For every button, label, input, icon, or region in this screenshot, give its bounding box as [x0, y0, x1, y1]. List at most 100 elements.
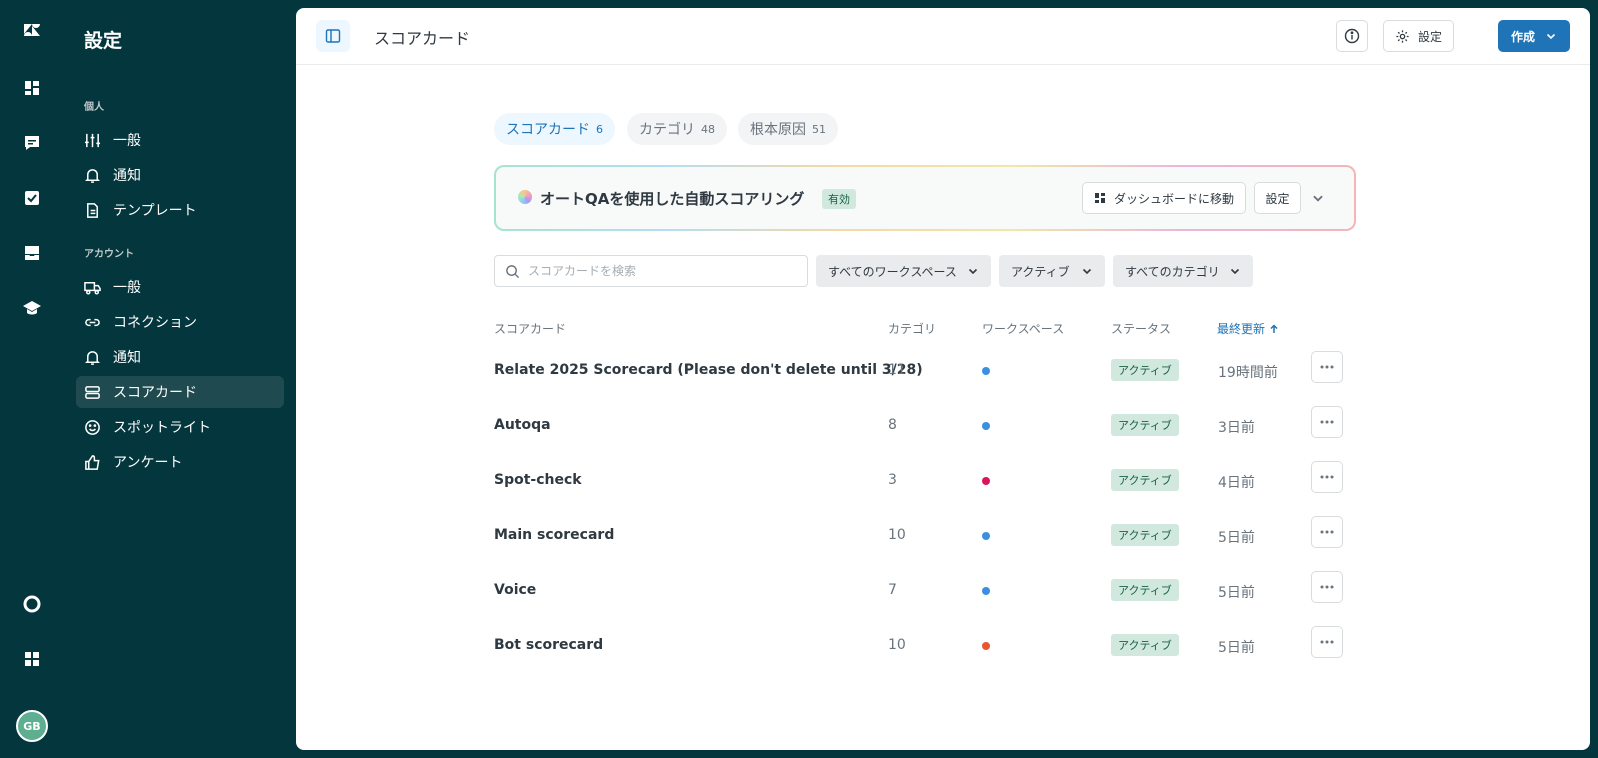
nav-item-scorecards[interactable]: スコアカード: [76, 376, 284, 408]
ellipsis-icon: [1320, 640, 1334, 644]
search-icon: [506, 264, 520, 278]
scorecard-name[interactable]: Spot-check: [494, 472, 582, 488]
search-input[interactable]: [528, 264, 788, 278]
sliders-icon: [84, 133, 101, 147]
more-options-button[interactable]: [1311, 571, 1343, 603]
scorecard-name[interactable]: Voice: [494, 582, 536, 598]
scorecard-name[interactable]: Autoqa: [494, 417, 551, 433]
status-filter[interactable]: アクティブ: [999, 255, 1105, 287]
scorecard-name[interactable]: Bot scorecard: [494, 637, 603, 653]
sidebar-panel-icon: [325, 29, 341, 43]
nav-item-account-notifications[interactable]: 通知: [76, 341, 284, 373]
nav-item-surveys[interactable]: アンケート: [76, 446, 284, 478]
category-count: 10: [888, 527, 906, 543]
scorecard-icon: [85, 385, 100, 399]
help-lifebuoy-icon[interactable]: [16, 588, 48, 620]
more-options-button[interactable]: [1311, 406, 1343, 438]
category-count: 7: [888, 582, 897, 598]
info-icon: [1344, 28, 1360, 44]
nav-item-label: スポットライト: [113, 420, 211, 436]
more-options-button[interactable]: [1311, 461, 1343, 493]
column-header-scorecard[interactable]: スコアカード: [494, 320, 566, 337]
status-badge: アクティブ: [1111, 359, 1179, 381]
column-header-updated-label: 最終更新: [1217, 322, 1266, 336]
category-count: 3: [888, 472, 897, 488]
table-row[interactable]: Bot scorecard 10 アクティブ 5日前: [494, 617, 1356, 672]
autoqa-settings-label: 設定: [1265, 191, 1290, 206]
checkbox-icon[interactable]: [16, 182, 48, 214]
nav-item-templates[interactable]: テンプレート: [76, 194, 284, 226]
column-header-workspace[interactable]: ワークスペース: [982, 320, 1064, 337]
sidebar-toggle-button[interactable]: [316, 20, 350, 52]
ellipsis-icon: [1320, 475, 1334, 479]
tab-scorecards[interactable]: スコアカード 6: [494, 113, 615, 145]
page-title: スコアカード: [374, 29, 471, 48]
table-row[interactable]: Relate 2025 Scorecard (Please don't dele…: [494, 342, 1356, 397]
column-header-category[interactable]: カテゴリ: [888, 320, 936, 337]
nav-item-account-general[interactable]: 一般: [76, 271, 284, 303]
settings-button[interactable]: 設定: [1383, 20, 1454, 52]
nav-item-personal-notifications[interactable]: 通知: [76, 159, 284, 191]
gear-icon: [1396, 29, 1409, 43]
table-row[interactable]: Voice 7 アクティブ 5日前: [494, 562, 1356, 617]
search-field[interactable]: [494, 255, 808, 287]
nav-item-label: アンケート: [113, 455, 183, 471]
chevron-down-icon: [1546, 33, 1556, 40]
autoqa-icon: [518, 190, 532, 204]
info-button[interactable]: [1336, 20, 1368, 52]
category-count: 10: [888, 637, 906, 653]
column-header-status[interactable]: ステータス: [1111, 320, 1171, 337]
avatar[interactable]: GB: [16, 710, 48, 742]
table-row[interactable]: Spot-check 3 アクティブ 4日前: [494, 452, 1356, 507]
thumbs-up-icon: [85, 454, 100, 470]
nav-item-label: 一般: [113, 133, 141, 149]
column-header-updated[interactable]: 最終更新: [1217, 320, 1279, 337]
status-badge: アクティブ: [1111, 579, 1179, 601]
apps-grid-icon[interactable]: [16, 643, 48, 675]
expand-chevron-icon[interactable]: [1311, 190, 1325, 209]
table-row[interactable]: Autoqa 8 アクティブ 3日前: [494, 397, 1356, 452]
inbox-icon[interactable]: [16, 237, 48, 269]
workspace-dot-icon: [982, 477, 990, 485]
nav-item-label: テンプレート: [113, 203, 197, 219]
nav-item-personal-general[interactable]: 一般: [76, 124, 284, 156]
category-count: 8: [888, 417, 897, 433]
more-options-button[interactable]: [1311, 351, 1343, 383]
workspace-dot-icon: [982, 532, 990, 540]
last-updated: 3日前: [1218, 420, 1255, 436]
tab-categories[interactable]: カテゴリ 48: [627, 113, 727, 145]
main-panel: スコアカード 設定 作成 スコアカード 6 カテゴリ 48 根本原因 51 オー…: [296, 8, 1590, 750]
status-badge: アクティブ: [1111, 414, 1179, 436]
autoqa-settings-button[interactable]: 設定: [1254, 182, 1301, 214]
tab-label: 根本原因: [750, 122, 806, 138]
ellipsis-icon: [1320, 365, 1334, 369]
more-options-button[interactable]: [1311, 516, 1343, 548]
tab-count: 6: [596, 122, 603, 136]
category-filter[interactable]: すべてのカテゴリ: [1113, 255, 1253, 287]
zendesk-logo-icon[interactable]: [16, 14, 48, 46]
workspace-filter[interactable]: すべてのワークスペース: [816, 255, 991, 287]
go-to-dashboard-button[interactable]: ダッシュボードに移動: [1082, 182, 1246, 214]
create-button[interactable]: 作成: [1498, 20, 1570, 52]
scorecard-name[interactable]: Relate 2025 Scorecard (Please don't dele…: [494, 362, 923, 378]
nav-section-personal: 個人: [84, 102, 104, 113]
nav-item-spotlight[interactable]: スポットライト: [76, 411, 284, 443]
workspace-dot-icon: [982, 367, 990, 375]
chat-icon[interactable]: [16, 127, 48, 159]
nav-item-connections[interactable]: コネクション: [76, 306, 284, 338]
graduation-cap-icon[interactable]: [16, 292, 48, 324]
smiley-icon: [85, 419, 100, 435]
scorecard-name[interactable]: Main scorecard: [494, 527, 614, 543]
dashboard-icon: [1094, 193, 1105, 203]
nav-title: 設定: [84, 30, 123, 52]
bell-icon: [85, 350, 100, 365]
tab-root-causes[interactable]: 根本原因 51: [738, 113, 838, 145]
link-icon: [85, 318, 100, 326]
chevron-down-icon: [1082, 268, 1092, 275]
more-options-button[interactable]: [1311, 626, 1343, 658]
ellipsis-icon: [1320, 585, 1334, 589]
last-updated: 5日前: [1218, 585, 1255, 601]
table-row[interactable]: Main scorecard 10 アクティブ 5日前: [494, 507, 1356, 562]
dashboard-icon[interactable]: [16, 72, 48, 104]
last-updated: 5日前: [1218, 530, 1255, 546]
